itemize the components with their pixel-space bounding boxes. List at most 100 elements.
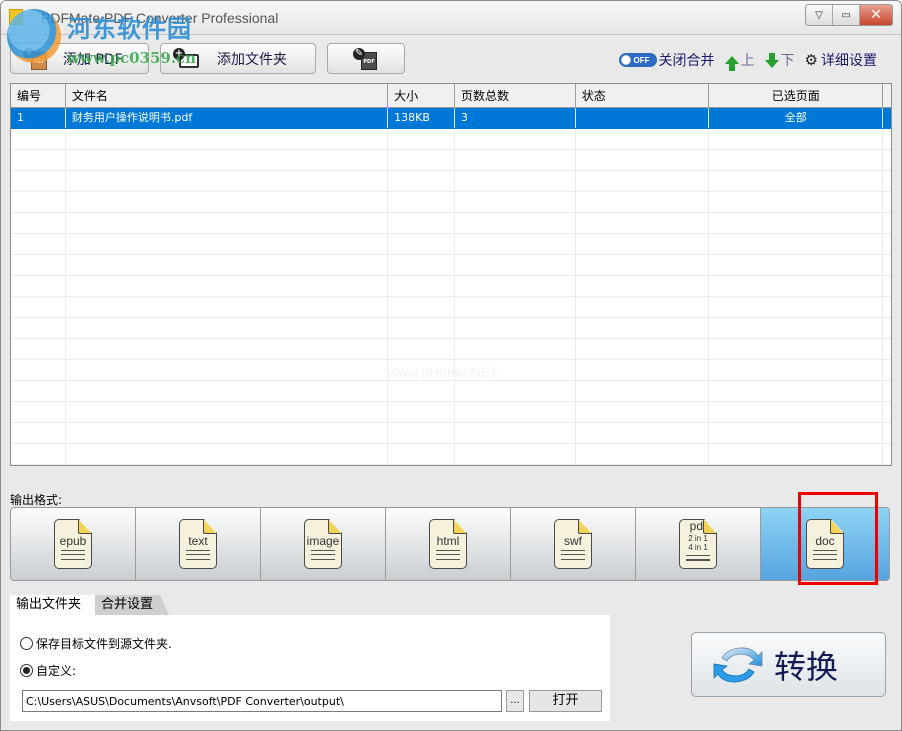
empty-cell xyxy=(576,276,710,296)
radio-custom[interactable]: 自定义: xyxy=(20,662,76,679)
add-folder-icon: + xyxy=(173,47,199,70)
format-button-epub[interactable]: epub xyxy=(11,508,136,580)
format-label: image xyxy=(306,534,340,548)
add-pdf-label: 添加 PDF xyxy=(63,51,123,68)
empty-cell xyxy=(883,213,891,233)
empty-cell xyxy=(66,381,389,401)
empty-cell xyxy=(883,360,891,380)
empty-cell xyxy=(883,297,891,317)
arrow-up-icon xyxy=(724,56,739,71)
empty-cell xyxy=(66,234,389,254)
empty-cell xyxy=(388,192,455,212)
table-header: 编号 文件名 大小 页数总数 状态 已选页面 xyxy=(11,84,891,108)
empty-cell xyxy=(709,171,884,191)
move-down-button[interactable]: 下 xyxy=(764,50,795,70)
empty-cell xyxy=(709,360,884,380)
empty-cell xyxy=(11,171,66,191)
column-header-index[interactable]: 编号 xyxy=(11,84,66,108)
empty-cell xyxy=(11,213,66,233)
empty-cell xyxy=(11,444,66,464)
cell-size: 138KB xyxy=(388,108,455,128)
empty-cell xyxy=(576,423,710,443)
convert-label: 转换 xyxy=(774,647,839,686)
column-header-size[interactable]: 大小 xyxy=(388,84,455,108)
empty-cell xyxy=(576,402,710,422)
merge-toggle[interactable]: OFF xyxy=(618,53,657,67)
format-button-doc[interactable]: doc xyxy=(761,508,889,580)
format-label: epub xyxy=(59,534,87,548)
tab-merge-settings[interactable]: 合并设置 xyxy=(95,595,170,615)
empty-cell xyxy=(11,150,66,170)
format-button-pdf[interactable]: pdf 2 in 14 in 1 xyxy=(636,508,761,580)
merge-toggle-state: OFF xyxy=(633,55,650,65)
add-pdf-button[interactable]: PDF + 添加 PDF xyxy=(10,43,149,74)
format-button-image[interactable]: image xyxy=(261,508,386,580)
empty-cell xyxy=(576,234,710,254)
title-bar: PDFMate PDF Converter Professional ▽ ▭ ✕ xyxy=(1,1,901,35)
table-tools: OFF 关闭合并 上 下 ⚙ 详细设置 xyxy=(618,50,877,71)
swf-document-icon: swf xyxy=(554,519,592,569)
empty-cell xyxy=(883,192,891,212)
format-button-text[interactable]: text xyxy=(136,508,261,580)
convert-arrows-icon xyxy=(713,647,763,682)
empty-cell xyxy=(388,423,455,443)
tab-output-folder[interactable]: 输出文件夹 xyxy=(10,595,96,615)
radio-save-to-source[interactable]: 保存目标文件到源文件夹. xyxy=(20,635,172,652)
empty-cell xyxy=(66,444,389,464)
table-row-empty xyxy=(11,423,891,444)
column-header-status[interactable]: 状态 xyxy=(576,84,710,108)
table-row-empty xyxy=(11,297,891,318)
browse-button[interactable]: ... xyxy=(506,690,524,712)
empty-cell xyxy=(11,255,66,275)
column-header-filename[interactable]: 文件名 xyxy=(66,84,389,108)
empty-cell xyxy=(883,276,891,296)
table-row-empty xyxy=(11,192,891,213)
empty-cell xyxy=(576,255,710,275)
empty-cell xyxy=(455,318,576,338)
empty-cell xyxy=(455,234,576,254)
empty-cell xyxy=(11,339,66,359)
output-path-input[interactable] xyxy=(22,690,502,712)
pdf-tool-button[interactable]: PDF ✎ xyxy=(327,43,405,74)
empty-cell xyxy=(455,423,576,443)
empty-cell xyxy=(709,318,884,338)
move-up-label: 上 xyxy=(740,53,755,69)
merge-toggle-label[interactable]: 关闭合并 xyxy=(659,50,715,70)
empty-cell xyxy=(455,444,576,464)
empty-cell xyxy=(709,255,884,275)
empty-cell xyxy=(66,150,389,170)
minimize-button[interactable]: ▭ xyxy=(833,5,860,25)
column-header-selected-pages[interactable]: 已选页面 xyxy=(709,84,884,108)
table-row-empty xyxy=(11,276,891,297)
empty-cell xyxy=(576,171,710,191)
cell-selected-pages[interactable]: 全部 xyxy=(709,108,884,128)
html-document-icon: html xyxy=(429,519,467,569)
empty-cell xyxy=(388,213,455,233)
column-header-pages[interactable]: 页数总数 xyxy=(455,84,576,108)
empty-cell xyxy=(883,150,891,170)
format-button-html[interactable]: html xyxy=(386,508,511,580)
move-up-button[interactable]: 上 xyxy=(724,50,755,71)
window-menu-button[interactable]: ▽ xyxy=(806,5,833,25)
empty-cell xyxy=(388,297,455,317)
empty-cell xyxy=(883,318,891,338)
format-label: swf xyxy=(564,534,582,548)
close-button[interactable]: ✕ xyxy=(860,5,892,25)
empty-cell xyxy=(66,402,389,422)
empty-cell xyxy=(576,213,710,233)
empty-cell xyxy=(455,255,576,275)
table-row-empty xyxy=(11,129,891,150)
table-row[interactable]: 1 财务用户操作说明书.pdf 138KB 3 全部 xyxy=(11,108,891,129)
add-folder-button[interactable]: + 添加文件夹 xyxy=(160,43,316,74)
empty-cell xyxy=(388,402,455,422)
table-row-empty xyxy=(11,234,891,255)
empty-cell xyxy=(11,192,66,212)
open-folder-button[interactable]: 打开 xyxy=(529,690,602,712)
empty-cell xyxy=(66,129,389,149)
advanced-settings-button[interactable]: ⚙ 详细设置 xyxy=(805,50,877,70)
convert-button[interactable]: 转换 xyxy=(691,632,886,697)
empty-cell xyxy=(883,402,891,422)
empty-cell xyxy=(576,297,710,317)
empty-cell xyxy=(709,339,884,359)
format-button-swf[interactable]: swf xyxy=(511,508,636,580)
